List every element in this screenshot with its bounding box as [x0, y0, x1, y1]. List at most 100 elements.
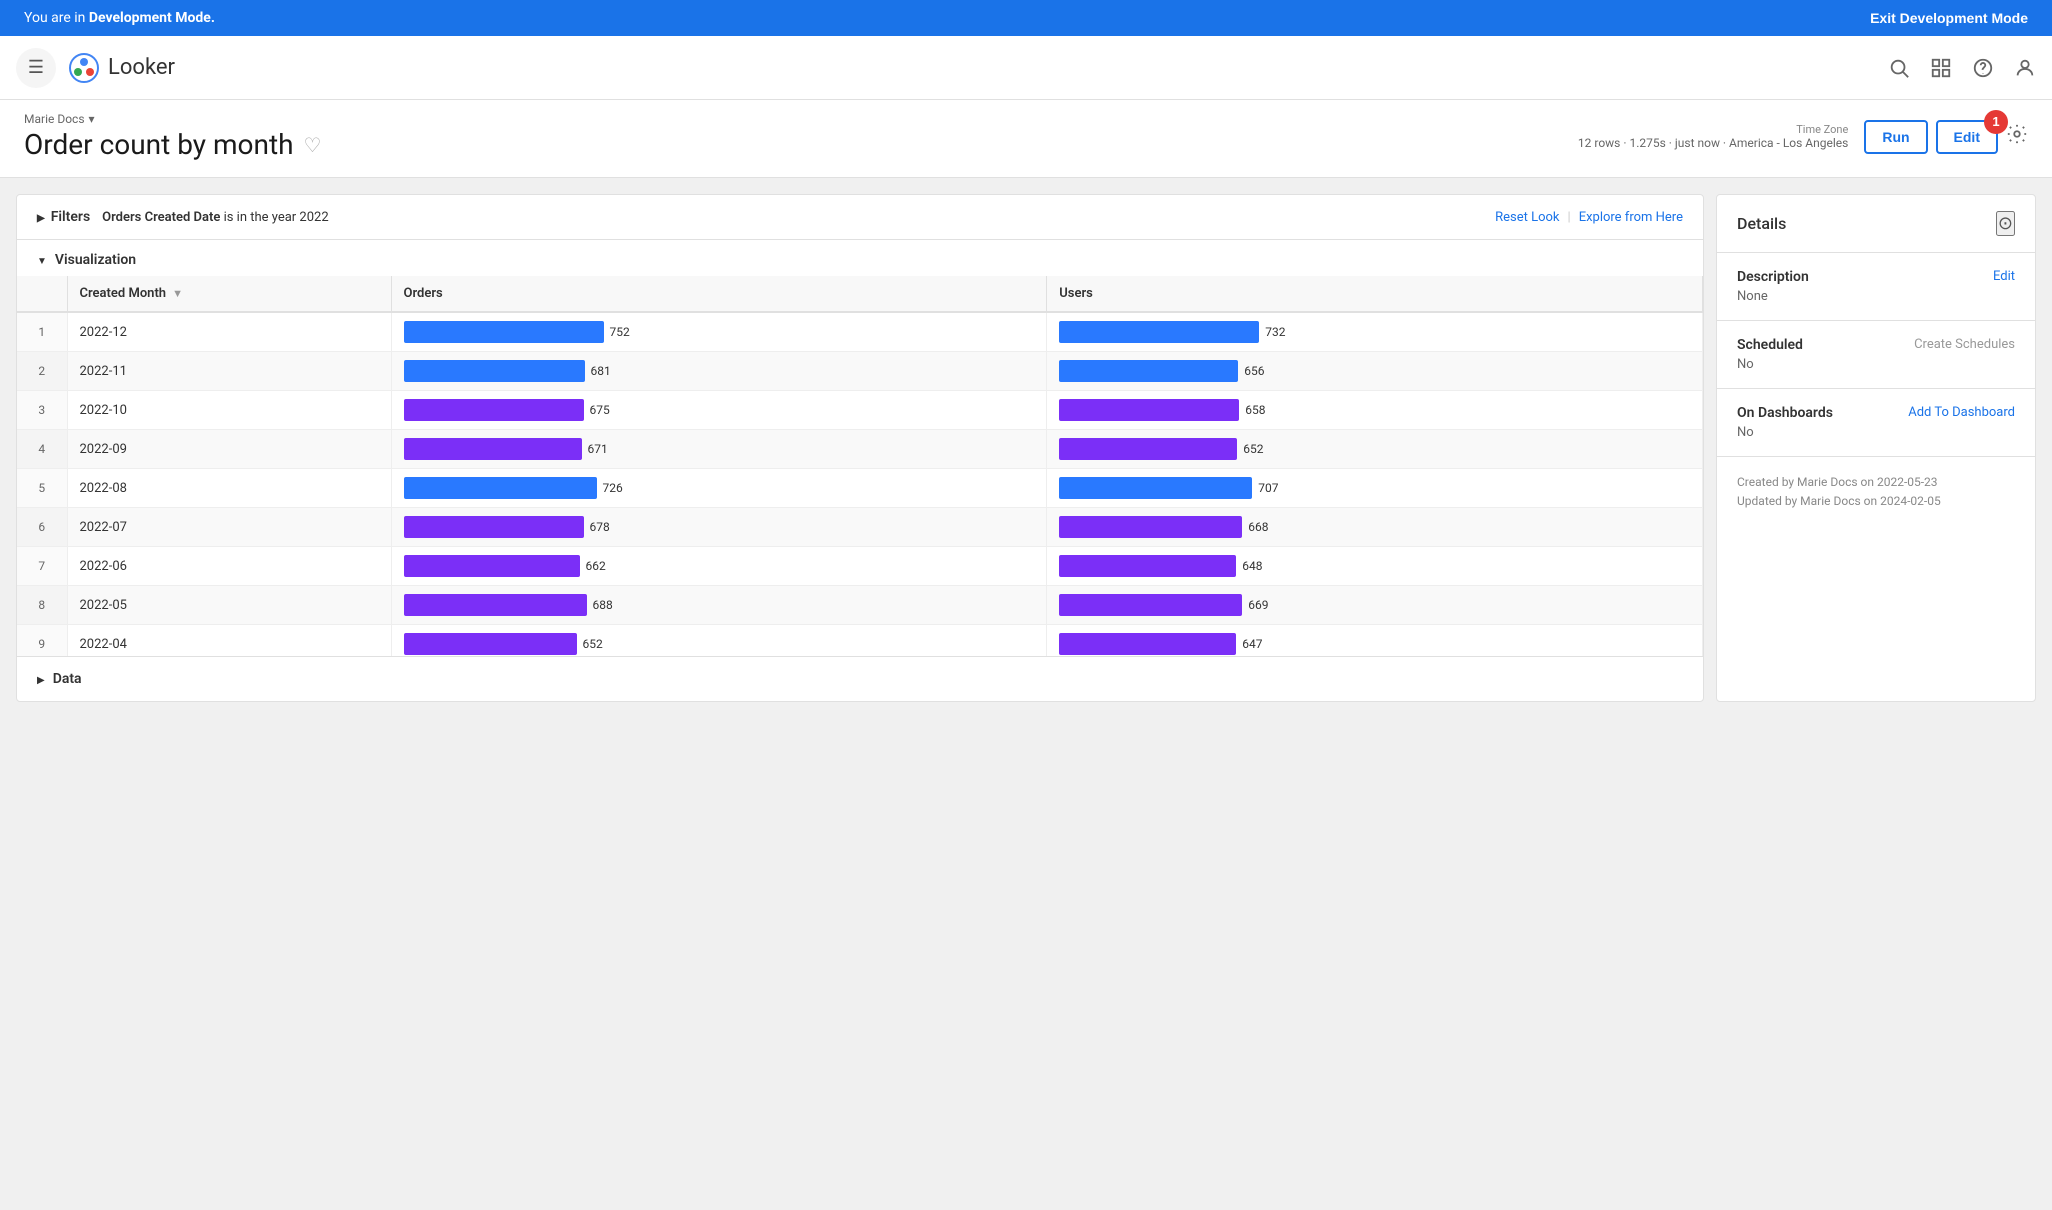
grid-icon [1930, 57, 1952, 79]
row-users: 732 [1047, 312, 1703, 352]
table-row: 9 2022-04 652 647 [17, 625, 1703, 657]
row-num: 2 [17, 352, 67, 391]
row-users: 652 [1047, 430, 1703, 469]
search-icon-button[interactable] [1888, 57, 1910, 79]
grid-icon-button[interactable] [1930, 57, 1952, 79]
title-right: Time Zone 12 rows · 1.275s · just now · … [1578, 120, 2028, 154]
table-row: 5 2022-08 726 707 [17, 469, 1703, 508]
description-label: Description [1737, 269, 1809, 285]
data-section[interactable]: Data [17, 656, 1703, 701]
title-left: Marie Docs ▾ Order count by month ♡ [24, 112, 321, 161]
description-value: None [1737, 289, 2015, 304]
sort-icon: ▼ [172, 287, 183, 300]
scheduled-section: Scheduled Create Schedules No [1717, 321, 2035, 389]
description-edit-link[interactable]: Edit [1993, 269, 2015, 284]
right-panel: Details ⊙ Description Edit None Schedule… [1716, 194, 2036, 702]
account-icon [2014, 57, 2036, 79]
edit-button[interactable]: Edit 1 [1936, 120, 1998, 154]
expand-filters-icon [37, 209, 45, 225]
filters-toggle[interactable]: Filters [37, 209, 90, 225]
meta-rows: 12 rows · 1.275s · just now · America - … [1578, 136, 1848, 150]
app-header: ☰ Looker [0, 36, 2052, 100]
create-schedules-link[interactable]: Create Schedules [1914, 337, 2015, 352]
table-row: 6 2022-07 678 668 [17, 508, 1703, 547]
row-month: 2022-08 [67, 469, 391, 508]
exit-dev-mode-button[interactable]: Exit Development Mode [1870, 10, 2028, 26]
row-num: 1 [17, 312, 67, 352]
reset-look-link[interactable]: Reset Look [1495, 210, 1559, 225]
row-month: 2022-12 [67, 312, 391, 352]
favorite-icon[interactable]: ♡ [304, 133, 322, 157]
dashboards-section: On Dashboards Add To Dashboard No [1717, 389, 2035, 457]
table-row: 7 2022-06 662 648 [17, 547, 1703, 586]
collapse-viz-icon [37, 252, 47, 268]
row-orders: 671 [391, 430, 1047, 469]
created-meta: Created by Marie Docs on 2022-05-23 [1737, 473, 2015, 492]
row-month: 2022-10 [67, 391, 391, 430]
row-orders: 675 [391, 391, 1047, 430]
settings-gear-button[interactable] [2006, 123, 2028, 151]
col-header-month: Created Month ▼ [67, 276, 391, 312]
row-num: 5 [17, 469, 67, 508]
table-row: 4 2022-09 671 652 [17, 430, 1703, 469]
data-table: Created Month ▼ Orders Users 1 2022-12 [17, 276, 1703, 656]
account-icon-button[interactable] [2014, 57, 2036, 79]
row-users: 647 [1047, 625, 1703, 657]
run-button[interactable]: Run [1864, 120, 1927, 154]
on-dashboards-value: No [1737, 425, 2015, 440]
row-num: 7 [17, 547, 67, 586]
table-row: 2 2022-11 681 656 [17, 352, 1703, 391]
col-header-users: Users [1047, 276, 1703, 312]
dev-banner: You are in Development Mode. Exit Develo… [0, 0, 2052, 36]
left-panel: Filters Orders Created Date is in the ye… [16, 194, 1704, 702]
add-to-dashboard-link[interactable]: Add To Dashboard [1908, 405, 2015, 420]
row-month: 2022-04 [67, 625, 391, 657]
logo-text: Looker [108, 55, 175, 80]
details-navigate-button[interactable]: ⊙ [1996, 211, 2015, 236]
updated-meta: Updated by Marie Docs on 2024-02-05 [1737, 492, 2015, 511]
header-icons [1888, 57, 2036, 79]
logo-area: Looker [68, 52, 1888, 84]
table-row: 1 2022-12 752 732 [17, 312, 1703, 352]
timezone-label: Time Zone [1578, 123, 1848, 136]
row-orders: 726 [391, 469, 1047, 508]
gear-icon [2006, 123, 2028, 145]
help-icon-button[interactable] [1972, 57, 1994, 79]
row-num: 9 [17, 625, 67, 657]
table-row: 3 2022-10 675 658 [17, 391, 1703, 430]
details-header: Details ⊙ [1717, 195, 2035, 253]
data-section-label: Data [53, 671, 82, 687]
title-area: Marie Docs ▾ Order count by month ♡ Time… [0, 100, 2052, 178]
row-month: 2022-05 [67, 586, 391, 625]
details-meta: Created by Marie Docs on 2022-05-23 Upda… [1717, 457, 2035, 527]
col-header-orders: Orders [391, 276, 1047, 312]
row-users: 669 [1047, 586, 1703, 625]
row-orders: 752 [391, 312, 1047, 352]
scheduled-value: No [1737, 357, 2015, 372]
help-icon [1972, 57, 1994, 79]
step-badge: 1 [1984, 110, 2008, 134]
meta-info: Time Zone 12 rows · 1.275s · just now · … [1578, 123, 1848, 150]
filter-actions: Reset Look | Explore from Here [1495, 210, 1683, 225]
row-month: 2022-09 [67, 430, 391, 469]
hamburger-button[interactable]: ☰ [16, 48, 56, 88]
filter-text: Orders Created Date is in the year 2022 [102, 210, 1483, 225]
viz-section: Visualization Created Month ▼ [17, 240, 1703, 656]
table-scroll-wrapper[interactable]: Created Month ▼ Orders Users 1 2022-12 [17, 276, 1703, 656]
main-content: Filters Orders Created Date is in the ye… [16, 194, 2036, 702]
row-users: 658 [1047, 391, 1703, 430]
row-num: 6 [17, 508, 67, 547]
row-month: 2022-07 [67, 508, 391, 547]
title-actions: Run Edit 1 [1864, 120, 2028, 154]
explore-from-here-link[interactable]: Explore from Here [1579, 210, 1683, 225]
viz-header[interactable]: Visualization [17, 240, 1703, 276]
row-orders: 678 [391, 508, 1047, 547]
expand-data-icon [37, 671, 45, 687]
scheduled-label: Scheduled [1737, 337, 1803, 353]
breadcrumb[interactable]: Marie Docs ▾ [24, 112, 321, 126]
row-orders: 662 [391, 547, 1047, 586]
row-month: 2022-06 [67, 547, 391, 586]
filters-row: Filters Orders Created Date is in the ye… [17, 195, 1703, 240]
row-users: 656 [1047, 352, 1703, 391]
row-num: 4 [17, 430, 67, 469]
